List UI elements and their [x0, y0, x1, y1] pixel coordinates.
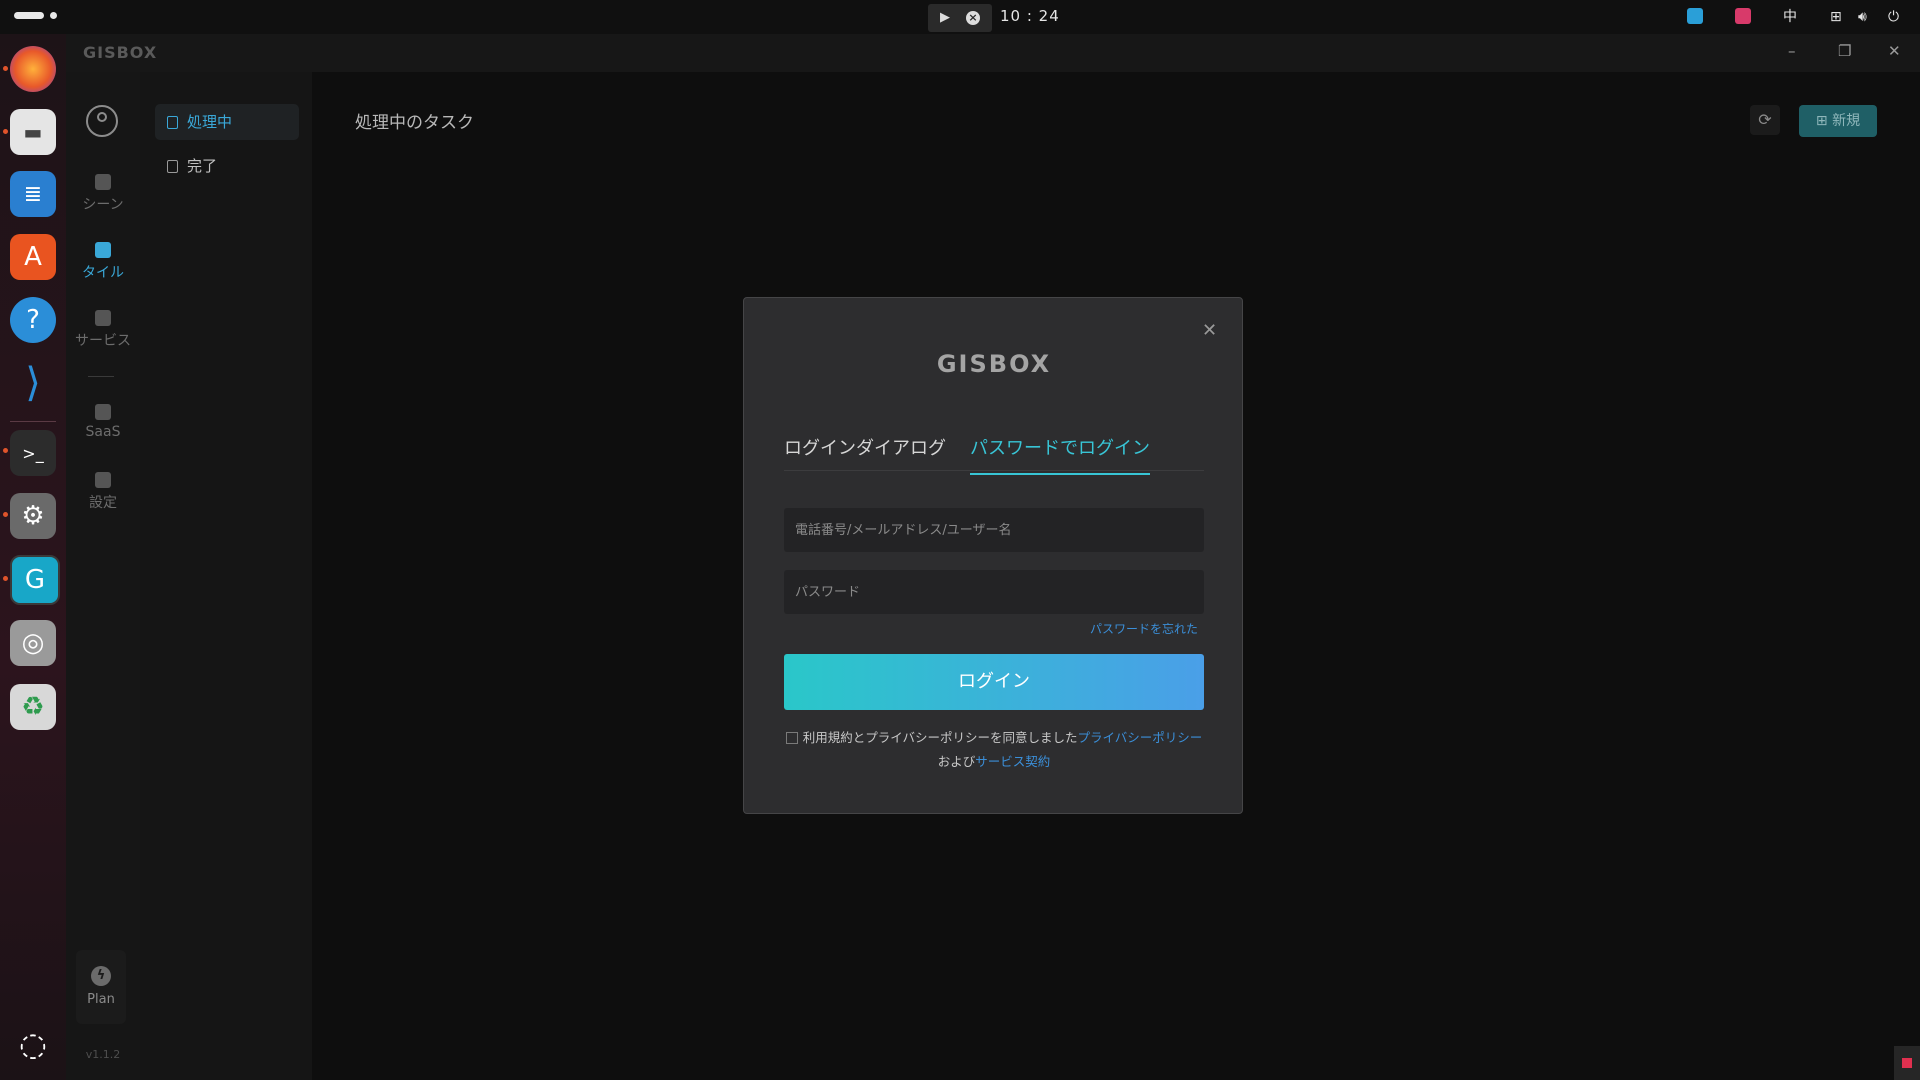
running-indicator	[3, 448, 8, 453]
workspace-indicator[interactable]	[14, 12, 44, 19]
page-title: 処理中のタスク	[355, 113, 474, 133]
nav-item-tile[interactable]: タイル	[66, 242, 140, 282]
running-indicator	[3, 576, 8, 581]
workspace-dot[interactable]	[50, 12, 57, 19]
nav-label: タイル	[82, 265, 124, 281]
system-top-bar: ▶ × 10 : 24 中 ⊞ 🔊︎ ⏻	[0, 0, 1920, 34]
stop-icon[interactable]: ×	[966, 11, 980, 25]
settings-icon[interactable]: ⚙	[10, 493, 56, 539]
nav-item-saas[interactable]: SaaS	[66, 404, 140, 440]
nav-label: 設定	[89, 495, 117, 511]
close-icon[interactable]: ✕	[1202, 320, 1217, 341]
vscode-icon[interactable]: ⟩	[10, 360, 56, 406]
username-input[interactable]	[784, 508, 1204, 552]
running-indicator	[3, 129, 8, 134]
document-check-icon	[167, 160, 178, 173]
app-tray-icon[interactable]	[1735, 8, 1751, 24]
dock-separator	[10, 421, 56, 422]
input-method-indicator[interactable]: 中	[1783, 8, 1797, 26]
screencast-indicator[interactable]: ▶ ×	[928, 4, 992, 32]
new-button-label: 新規	[1832, 113, 1861, 129]
trash-icon[interactable]: ♻	[10, 684, 56, 730]
refresh-icon: ⟳	[1758, 110, 1772, 129]
subnav-label: 完了	[187, 157, 218, 175]
power-icon[interactable]: ⏻	[1888, 8, 1899, 26]
login-dialog: ✕ GISBOX ログインダイアログ パスワードでログイン パスワードを忘れた …	[743, 297, 1243, 814]
firefox-icon[interactable]	[10, 46, 56, 92]
app-logo: GISBOX	[83, 43, 158, 62]
login-button[interactable]: ログイン	[784, 654, 1204, 710]
nav-item-settings[interactable]: 設定	[66, 472, 140, 512]
network-icon[interactable]: ⊞	[1830, 8, 1842, 26]
restore-icon[interactable]: ❐	[1838, 42, 1851, 60]
task-subnav: 処理中 完了	[140, 72, 312, 1080]
running-indicator	[3, 512, 8, 517]
subnav-item-completed[interactable]: 完了	[155, 148, 299, 184]
corner-widget[interactable]	[1894, 1046, 1920, 1080]
forgot-password-link[interactable]: パスワードを忘れた	[1024, 620, 1198, 637]
password-input[interactable]	[784, 570, 1204, 614]
close-icon[interactable]: ✕	[1888, 42, 1901, 60]
new-task-button[interactable]: ⊞ 新規	[1799, 105, 1877, 137]
nav-item-scene[interactable]: シーン	[66, 174, 140, 214]
nav-label: SaaS	[85, 424, 121, 440]
bolt-icon: ϟ	[91, 966, 111, 986]
user-avatar[interactable]	[86, 105, 118, 137]
volume-icon[interactable]: 🔊︎	[1858, 8, 1867, 26]
tile-icon	[95, 242, 111, 258]
nav-label: サービス	[75, 333, 131, 349]
flag-icon	[1902, 1058, 1912, 1068]
terminal-icon[interactable]: >_	[10, 430, 56, 476]
login-tabs: ログインダイアログ パスワードでログイン	[784, 428, 1204, 475]
tab-login-dialog[interactable]: ログインダイアログ	[784, 434, 946, 473]
dialog-logo: GISBOX	[936, 350, 1052, 378]
main-nav: シーン タイル サービス SaaS 設定 ϟ Plan v1.1.2	[66, 72, 140, 1080]
nav-label: シーン	[82, 197, 124, 213]
window-title-bar: GISBOX – ❐ ✕	[66, 34, 1920, 72]
record-icon: ▶	[940, 10, 950, 25]
service-icon	[95, 310, 111, 326]
tab-password-login[interactable]: パスワードでログイン	[970, 434, 1150, 475]
writer-icon[interactable]: ≣	[10, 171, 56, 217]
settings-gear-icon	[95, 472, 111, 488]
dock: ▬ ≣ A ? ⟩ >_ ⚙ G ◎ ♻ ◌	[0, 34, 66, 1080]
agree-text: 利用規約とプライバシーポリシーを同意しました	[802, 730, 1078, 745]
minimize-icon[interactable]: –	[1788, 42, 1796, 60]
username-field	[784, 508, 1204, 552]
password-field	[784, 570, 1204, 614]
gisbox-tray-icon[interactable]	[1687, 8, 1703, 24]
plan-button[interactable]: ϟ Plan	[76, 950, 126, 1024]
disc-icon[interactable]: ◎	[10, 620, 56, 666]
terms-agreement: 利用規約とプライバシーポリシーを同意しましたプライバシーポリシー およびサービス…	[744, 726, 1244, 774]
privacy-policy-link[interactable]: プライバシーポリシー	[1078, 730, 1203, 745]
running-indicator	[3, 66, 8, 71]
refresh-button[interactable]: ⟳	[1750, 105, 1780, 135]
agree-checkbox[interactable]	[785, 732, 798, 744]
service-agreement-link[interactable]: サービス契約	[975, 754, 1050, 769]
gisbox-app-icon[interactable]: G	[10, 555, 60, 605]
software-center-icon[interactable]: A	[10, 234, 56, 280]
help-icon[interactable]: ?	[10, 297, 56, 343]
document-icon	[167, 116, 178, 129]
saas-icon	[95, 404, 111, 420]
clock[interactable]: 10 : 24	[1000, 7, 1060, 25]
and-text: および	[937, 754, 976, 769]
nav-divider	[88, 376, 114, 377]
files-icon[interactable]: ▬	[10, 109, 56, 155]
scene-icon	[95, 174, 111, 190]
nav-item-service[interactable]: サービス	[66, 310, 140, 350]
show-apps-icon[interactable]: ◌	[10, 1021, 56, 1067]
subnav-label: 処理中	[187, 113, 233, 131]
plan-label: Plan	[87, 992, 115, 1007]
version-label: v1.1.2	[85, 1048, 121, 1061]
subnav-item-processing[interactable]: 処理中	[155, 104, 299, 140]
